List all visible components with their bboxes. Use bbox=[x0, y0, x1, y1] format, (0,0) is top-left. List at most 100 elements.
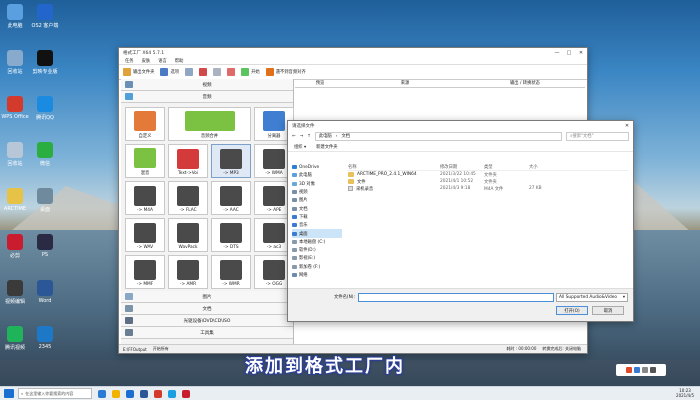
tool-to-amr[interactable]: -> AMR bbox=[168, 255, 208, 289]
taskbar-app-icon[interactable] bbox=[98, 389, 106, 398]
category-audio[interactable]: 音频 bbox=[121, 91, 293, 103]
file-row[interactable]: 文件 2021/4/1 10:52 文件夹 bbox=[348, 178, 628, 185]
address-bar[interactable]: 此电脑 › 文档 bbox=[314, 131, 562, 141]
back-arrow-icon[interactable]: ← bbox=[292, 134, 296, 139]
tool-custom[interactable]: 自定义 bbox=[125, 107, 165, 141]
nav-item[interactable]: 图片 bbox=[292, 196, 342, 204]
toolbar-tool-3-button[interactable] bbox=[185, 68, 194, 76]
desktop-icon-tencent-video[interactable]: 腾讯视频 bbox=[0, 326, 30, 351]
category-rom-device[interactable]: 光驱设备\DVD\CD\ISO bbox=[121, 315, 293, 327]
nav-item[interactable]: 本地磁盘 (C:) bbox=[292, 238, 342, 246]
col-name[interactable]: 名称 bbox=[348, 164, 440, 170]
menu-help[interactable]: 帮助 bbox=[175, 58, 184, 64]
desktop-icon-arctime[interactable]: ARCTIME bbox=[0, 188, 30, 212]
taskbar-search[interactable]: ⌕ 在这里输入你要搜索的内容 bbox=[18, 388, 92, 399]
toolbar-start-button[interactable]: 开始 bbox=[241, 68, 260, 76]
nav-item[interactable]: 桌面 bbox=[292, 229, 342, 238]
taskbar-app-icon[interactable] bbox=[112, 389, 120, 398]
minimize-button[interactable]: — bbox=[551, 50, 563, 56]
menu-skin[interactable]: 皮肤 bbox=[142, 58, 151, 64]
col-output-status[interactable]: 输出 / 转换状态 bbox=[465, 80, 585, 86]
nav-item[interactable]: 此电脑 bbox=[292, 171, 342, 179]
toolbar-output-folder-button[interactable]: 输出文件夹 bbox=[123, 68, 154, 76]
dialog-search-input[interactable]: ⌕ 搜索"文档" bbox=[566, 131, 629, 141]
tool-to-mmf[interactable]: -> MMF bbox=[125, 255, 165, 289]
taskbar-app-icon[interactable] bbox=[140, 389, 148, 398]
nav-item[interactable]: 视频 bbox=[292, 188, 342, 196]
nav-item[interactable]: 网络 bbox=[292, 271, 342, 279]
desktop-icon-wechat[interactable]: 微信 bbox=[30, 142, 60, 167]
path-segment[interactable]: 此电脑 bbox=[319, 133, 332, 139]
taskbar-app-icon[interactable] bbox=[154, 389, 162, 398]
after-finish-option[interactable]: 转换完成后: 关闭电脑 bbox=[542, 346, 581, 352]
toolbar-stop-button[interactable] bbox=[227, 68, 236, 76]
category-utilities[interactable]: 工具集 bbox=[121, 327, 293, 339]
category-image[interactable]: 图片 bbox=[121, 291, 293, 303]
menu-task[interactable]: 任务 bbox=[125, 58, 134, 64]
taskbar-app-icon[interactable] bbox=[182, 389, 190, 398]
ime-icon[interactable] bbox=[626, 367, 632, 373]
file-row[interactable]: 采机录音 2021/4/3 9:18 M4A 文件 27 KB bbox=[348, 185, 628, 192]
cancel-button[interactable]: 取消 bbox=[592, 306, 624, 315]
desktop-icon-browser-2345[interactable]: 2345 bbox=[30, 326, 60, 350]
nav-item[interactable]: 音乐 bbox=[292, 221, 342, 229]
desktop-icon-video-editor[interactable]: 视频编辑 bbox=[0, 280, 30, 305]
tray-icon[interactable] bbox=[650, 367, 656, 373]
output-path[interactable]: E:\FFOutput bbox=[123, 347, 147, 352]
col-modified[interactable]: 修改日期 bbox=[440, 164, 484, 170]
filename-input[interactable] bbox=[358, 293, 554, 302]
toolbar-tool-5-button[interactable] bbox=[213, 68, 222, 76]
path-segment[interactable]: 文档 bbox=[341, 133, 350, 139]
desktop-icon-recycle-bin[interactable]: 回收站 bbox=[0, 50, 30, 75]
dialog-close-button[interactable]: ✕ bbox=[621, 123, 633, 129]
category-video[interactable]: 视频 bbox=[121, 79, 293, 91]
tool-audio-merge[interactable]: 音频合并 bbox=[168, 107, 251, 141]
windows-start-icon[interactable] bbox=[4, 389, 14, 398]
col-type[interactable]: 类型 bbox=[484, 164, 529, 170]
nav-item[interactable]: 文档 bbox=[292, 204, 342, 212]
forward-arrow-icon[interactable]: → bbox=[300, 134, 304, 139]
desktop-icon-photoshop[interactable]: PS bbox=[30, 234, 60, 258]
desktop-icon-bijian[interactable]: 必剪 bbox=[0, 234, 30, 259]
tool-to-flac[interactable]: -> FLAC bbox=[168, 181, 208, 215]
tray-icon[interactable] bbox=[642, 367, 648, 373]
close-button[interactable]: ✕ bbox=[575, 50, 587, 56]
nav-item[interactable]: 影视(E:) bbox=[292, 254, 342, 262]
nav-item[interactable]: 新加卷 (F:) bbox=[292, 263, 342, 271]
file-type-filter[interactable]: All Supported Audio&Video ▾ bbox=[556, 293, 628, 302]
tool-to-wav[interactable]: -> WAV bbox=[125, 218, 165, 252]
nav-item[interactable]: 下载 bbox=[292, 213, 342, 221]
tool-text-voice[interactable]: Text->Voi bbox=[168, 144, 208, 178]
desktop-icon-jianying[interactable]: 剪映专业版 bbox=[30, 50, 60, 75]
maximize-button[interactable]: □ bbox=[563, 50, 575, 56]
tool-to-mp3[interactable]: -> MP3 bbox=[211, 144, 251, 178]
new-folder-button[interactable]: 新建文件夹 bbox=[316, 144, 337, 150]
file-row[interactable]: ARCTIME_PRO_2.4.1_WIN64 2021/3/22 10:45 文件… bbox=[348, 171, 628, 178]
desktop-icon-recycle-bin-2[interactable]: 回收站 bbox=[0, 142, 30, 167]
up-arrow-icon[interactable]: ↑ bbox=[307, 134, 311, 139]
tool-to-aac[interactable]: -> AAC bbox=[211, 181, 251, 215]
tray-icon[interactable] bbox=[634, 367, 640, 373]
nav-item[interactable]: 软件(D:) bbox=[292, 246, 342, 254]
toolbar-options-button[interactable]: 选项 bbox=[160, 68, 179, 76]
tool-to-wavpack[interactable]: WavPack bbox=[168, 218, 208, 252]
tool-to-m4a[interactable]: -> M4A bbox=[125, 181, 165, 215]
toolbar-promo-button[interactable]: 遇不到音频对齐 bbox=[265, 68, 306, 76]
nav-item[interactable]: OneDrive bbox=[292, 163, 342, 171]
desktop-icon-word[interactable]: Word bbox=[30, 280, 60, 304]
category-document[interactable]: 文档 bbox=[121, 303, 293, 315]
tool-to-dts[interactable]: -> DTS bbox=[211, 218, 251, 252]
tool-mixer[interactable]: 混音 bbox=[125, 144, 165, 178]
taskbar-app-icon[interactable] bbox=[126, 389, 134, 398]
system-clock[interactable]: 10:23 2021/4/5 bbox=[676, 388, 694, 398]
desktop-icon-os2-client[interactable]: OS2 客户端 bbox=[30, 4, 60, 29]
desktop-icon-tencent-qq[interactable]: 腾讯QQ bbox=[30, 96, 60, 121]
taskbar-app-icon[interactable] bbox=[168, 389, 176, 398]
col-size[interactable]: 大小 bbox=[529, 164, 569, 170]
toolbar-delete-button[interactable] bbox=[199, 68, 208, 76]
desktop-icon-wps-office[interactable]: WPS Office bbox=[0, 96, 30, 120]
col-source[interactable]: 来源 bbox=[345, 80, 465, 86]
menu-language[interactable]: 语言 bbox=[158, 58, 167, 64]
desktop-icon-desktop-folder[interactable]: 桌面 bbox=[30, 188, 60, 213]
tool-to-wmr[interactable]: -> WMR bbox=[211, 255, 251, 289]
